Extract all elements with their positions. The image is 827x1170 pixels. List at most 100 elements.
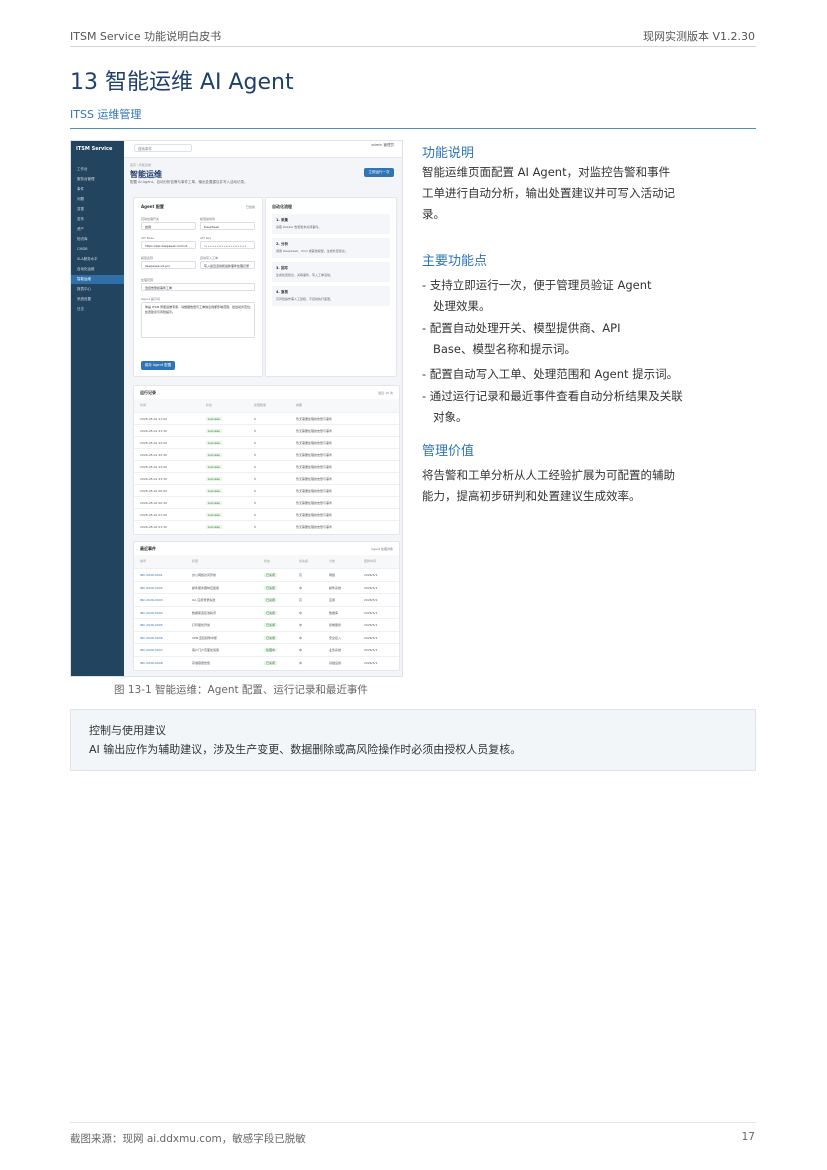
- table-cell: 高: [299, 598, 303, 602]
- table-cell: 中: [299, 610, 303, 615]
- table-cell: 0: [254, 513, 256, 517]
- table-row: INC-2026-0005 打印服务异常 已关闭 中 终端服务 2026/5/1: [134, 618, 399, 631]
- event-link[interactable]: INC-2026-0004: [140, 611, 163, 615]
- table-cell: 终端服务: [329, 623, 342, 627]
- column-header: 处理数量: [254, 403, 267, 407]
- table-cell: 2026-05-02 01:30: [140, 525, 168, 529]
- sidebar-item[interactable]: 服务台管理: [71, 175, 124, 184]
- sidebar-item[interactable]: 智能运维: [71, 275, 124, 284]
- sidebar-item[interactable]: 事件: [71, 185, 124, 194]
- status-badge: 已关闭: [264, 585, 278, 590]
- text-line: - 配置自动处理开关、模型提供商、API: [422, 321, 621, 335]
- field-label: 模型提供商: [200, 217, 216, 221]
- header-title: ITSM Service 功能说明白皮书: [70, 30, 222, 43]
- event-link[interactable]: INC-2026-0001: [140, 573, 163, 577]
- sidebar-item[interactable]: 系统设置: [71, 295, 124, 304]
- page-title: 智能运维: [130, 170, 162, 179]
- step-title: 2. 分析: [276, 242, 288, 246]
- user-menu[interactable]: admin 管理员: [371, 143, 394, 148]
- api-key-input[interactable]: ••••••••••••••••••••••••: [200, 241, 255, 249]
- flow-step: 4. 复核 高风险操作需人工复核，不自动执行变更。: [272, 286, 390, 306]
- flow-title: 自动化流程: [272, 204, 292, 209]
- sidebar-item[interactable]: SLA服务水平: [71, 255, 124, 264]
- table-cell: 2026/5/1: [364, 573, 378, 577]
- sidebar-item[interactable]: 问题: [71, 195, 124, 204]
- table-cell: 打印服务异常: [192, 623, 211, 627]
- description-body: 智能运维页面配置 AI Agent，对监控告警和事件 工单进行自动分析，输出处置…: [422, 162, 712, 225]
- text-line: - 支持立即运行一次，便于管理员验证 Agent: [422, 278, 652, 292]
- sidebar-item[interactable]: 日志: [71, 305, 124, 314]
- event-link[interactable]: INC-2026-0006: [140, 636, 163, 640]
- status-badge: 已关闭: [264, 660, 278, 665]
- table-cell: 中: [299, 623, 303, 627]
- table-cell: VPN 连接频繁中断: [192, 635, 218, 640]
- status-badge: 已关闭: [264, 573, 278, 577]
- figure-caption: 图 13-1 智能运维：Agent 配置、运行记录和最近事件: [114, 684, 368, 696]
- status-badge: success: [206, 465, 222, 469]
- value-body: 将告警和工单分析从人工经验扩展为可配置的辅助 能力，提高初步研判和处置建议生成效…: [422, 465, 712, 507]
- section-divider: [70, 128, 756, 129]
- text-line: 工单进行自动分析，输出处置建议并可写入活动记: [422, 186, 675, 200]
- model-name-input[interactable]: deepseek-v4-pro: [141, 261, 196, 269]
- runs-count: 最近 10 次: [378, 391, 393, 395]
- column-header: 标题: [192, 559, 199, 563]
- search-input[interactable]: 搜索事件: [134, 144, 192, 152]
- table-cell: 暂无需要处理的告警与事件: [296, 465, 333, 469]
- sidebar-item[interactable]: 资产: [71, 225, 124, 234]
- step-desc: 生成处置建议、关联事件，写入工单活动。: [276, 273, 334, 277]
- event-link[interactable]: INC-2026-0003: [140, 598, 163, 602]
- table-cell: 2026/5/1: [364, 623, 378, 627]
- step-desc: 调用 DeepSeek、Kimi 或其他模型，生成处置建议。: [276, 249, 348, 253]
- events-card: 最近事件 Agent 处理对象 编号 标题 状态 优先级 分类 更新时间 INC-2026-…: [133, 541, 400, 671]
- flow-step: 3. 回写 生成处置建议、关联事件，写入工单活动。: [272, 262, 390, 282]
- prompt-textarea[interactable]: 你是 ITSM 智能运维专家，请根据告警与工单信息判断影响范围，给出初步定位、处…: [141, 302, 255, 338]
- provider-select[interactable]: DeepSeek: [200, 222, 255, 230]
- column-header: 状态: [264, 559, 271, 563]
- note-body: AI 输出应作为辅助建议，涉及生产变更、数据删除或高风险操作时必须由授权人员复核…: [89, 743, 522, 756]
- sidebar-item[interactable]: 发布: [71, 215, 124, 224]
- event-link[interactable]: INC-2026-0002: [140, 586, 163, 590]
- column-header: 摘要: [296, 403, 303, 407]
- event-link[interactable]: INC-2026-0005: [140, 623, 163, 627]
- step-title: 1. 采集: [276, 218, 288, 222]
- scope-input[interactable]: 监控告警和事件工单: [141, 283, 255, 291]
- config-title: Agent 配置: [141, 204, 164, 209]
- table-header: 时间 状态 处理数量 摘要: [134, 399, 399, 412]
- note-title: 控制与使用建议: [89, 724, 166, 737]
- run-once-button[interactable]: 立即运行一次: [364, 168, 394, 177]
- table-cell: 0: [254, 477, 256, 481]
- status-badge: success: [206, 513, 222, 517]
- usage-note: 控制与使用建议 AI 输出应作为辅助建议，涉及生产变更、数据删除或高风险操作时必…: [70, 709, 756, 771]
- api-base-input[interactable]: https://api.deepseek.com/v1: [141, 241, 196, 249]
- sidebar-item[interactable]: CMDB: [71, 245, 124, 254]
- event-link[interactable]: INC-2026-0008: [140, 661, 163, 665]
- table-cell: 客户门户页面加载慢: [192, 648, 220, 652]
- table-cell: 业务系统: [329, 648, 342, 652]
- table-cell: 应用: [329, 598, 336, 602]
- sidebar-item[interactable]: 知识库: [71, 235, 124, 244]
- sidebar-item[interactable]: 报表中心: [71, 285, 124, 294]
- section-subtitle: ITSS 运维管理: [70, 108, 142, 121]
- field-label: API Key: [200, 236, 212, 240]
- status-badge: 已关闭: [264, 623, 278, 627]
- auto-write-select[interactable]: 写入最近活动和最新事件处理记录: [200, 261, 255, 269]
- text-line: - 通过运行记录和最近事件查看自动分析结果及关联: [422, 389, 683, 403]
- event-link[interactable]: INC-2026-0007: [140, 648, 163, 652]
- step-desc: 读取 Zabbix 告警和未关闭事件。: [276, 225, 322, 229]
- auto-process-select[interactable]: 启用: [141, 222, 196, 230]
- table-cell: 邮件服务器响应缓慢: [192, 585, 220, 590]
- sidebar-item[interactable]: 工作台: [71, 165, 124, 174]
- sidebar-item[interactable]: 自动化运维: [71, 265, 124, 274]
- feature-item: - 支持立即运行一次，便于管理员验证 Agent 处理效果。: [422, 275, 722, 317]
- save-config-button[interactable]: 保存 Agent 配置: [141, 361, 175, 370]
- agent-config-card: Agent 配置 已启用 自动处理开关 启用 模型提供商 DeepSeek AP…: [133, 197, 263, 377]
- features-heading: 主要功能点: [422, 254, 488, 269]
- header-divider: [70, 46, 756, 47]
- table-cell: 2026-05-02 00:00: [140, 489, 168, 493]
- status-badge: success: [206, 525, 222, 529]
- step-title: 4. 复核: [276, 290, 288, 294]
- table-cell: 2026/5/1: [364, 610, 378, 615]
- status-badge: success: [206, 417, 222, 421]
- table-cell: 中: [299, 660, 303, 665]
- sidebar-item[interactable]: 变更: [71, 205, 124, 214]
